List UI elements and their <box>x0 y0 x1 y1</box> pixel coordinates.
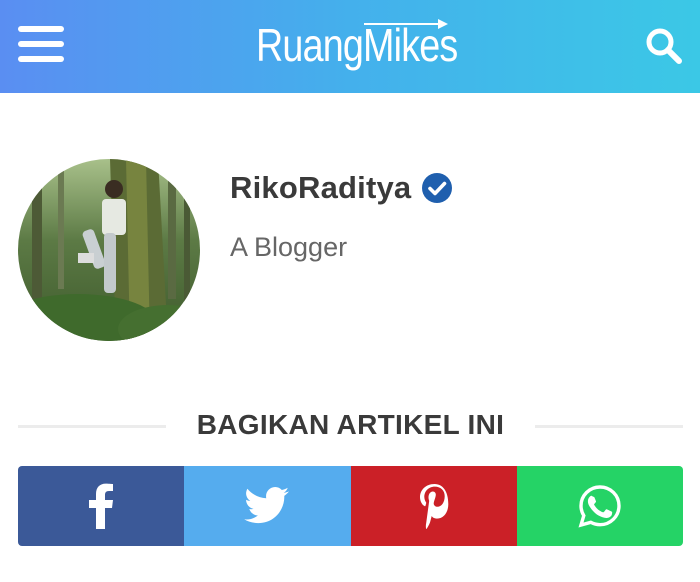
search-icon[interactable] <box>644 26 684 66</box>
share-twitter-button[interactable] <box>184 466 351 546</box>
share-pinterest-button[interactable] <box>350 466 517 546</box>
divider-line-right <box>535 425 683 428</box>
author-avatar[interactable] <box>18 159 200 341</box>
share-buttons <box>18 466 683 546</box>
facebook-icon <box>89 483 114 529</box>
pinterest-icon <box>419 484 448 529</box>
verified-badge-icon <box>422 173 453 203</box>
hamburger-menu-icon[interactable] <box>18 26 64 62</box>
author-role: A Blogger <box>230 232 348 262</box>
author-name-row: RikoRaditya <box>230 168 453 208</box>
top-header: RuangMikes <box>0 0 700 93</box>
site-logo[interactable]: RuangMikes <box>256 14 458 76</box>
whatsapp-icon <box>578 485 621 528</box>
share-heading: BAGIKAN ARTIKEL INI <box>18 405 683 445</box>
author-name[interactable]: RikoRaditya <box>230 170 411 206</box>
share-whatsapp-button[interactable] <box>516 466 683 546</box>
logo-arrow-icon <box>364 19 448 29</box>
twitter-icon <box>244 487 290 524</box>
share-facebook-button[interactable] <box>18 466 185 546</box>
